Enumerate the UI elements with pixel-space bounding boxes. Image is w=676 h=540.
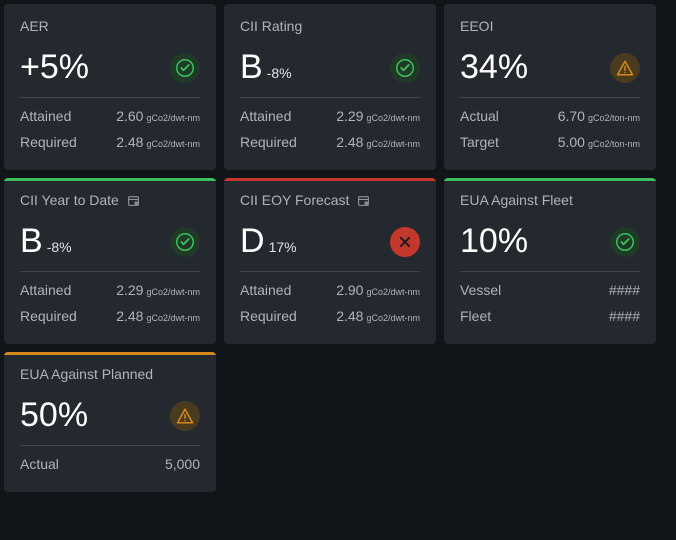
metric-unit: gCo2/dwt-nm (366, 113, 420, 123)
metric-unit: gCo2/dwt-nm (366, 287, 420, 297)
check-icon (390, 53, 420, 83)
warning-icon (170, 401, 200, 431)
check-icon (610, 227, 640, 257)
kpi-grid: AER +5% Attained2.60gCo2/dwt-nm Required… (0, 0, 676, 540)
metric-unit: gCo2/dwt-nm (366, 313, 420, 323)
metric-label: Required (20, 134, 77, 150)
calendar-icon (357, 194, 370, 207)
status-bar (444, 178, 656, 181)
card-title: AER (20, 18, 49, 34)
check-icon (170, 227, 200, 257)
metric-unit: gCo2/ton-nm (588, 113, 640, 123)
sub-value: -8% (267, 65, 292, 81)
main-value: 34% (460, 48, 528, 87)
metric-value: 2.48 (116, 134, 143, 150)
card-title: EEOI (460, 18, 493, 34)
metric-label: Required (20, 308, 77, 324)
metric-label: Attained (20, 108, 71, 124)
main-value: 50% (20, 396, 88, 435)
metric-value: 5.00 (558, 134, 585, 150)
card-eua-against-planned[interactable]: EUA Against Planned 50% Actual 5,000 (4, 352, 216, 492)
metric-label: Vessel (460, 282, 501, 298)
metric-label: Actual (20, 456, 59, 472)
metric-label: Required (240, 308, 297, 324)
metric-unit: gCo2/dwt-nm (146, 313, 200, 323)
status-bar (4, 178, 216, 181)
card-aer[interactable]: AER +5% Attained2.60gCo2/dwt-nm Required… (4, 4, 216, 170)
card-title: CII Year to Date (20, 192, 119, 208)
metric-label: Attained (240, 108, 291, 124)
main-value: B (240, 48, 263, 87)
metric-value: 2.90 (336, 282, 363, 298)
metric-value: 2.60 (116, 108, 143, 124)
card-cii-ytd[interactable]: CII Year to Date B-8% Attained2.29gCo2/d… (4, 178, 216, 344)
metric-unit: gCo2/dwt-nm (146, 287, 200, 297)
metric-label: Target (460, 134, 499, 150)
metric-label: Actual (460, 108, 499, 124)
sub-value: 17% (269, 239, 297, 255)
metric-value: 2.48 (336, 308, 363, 324)
card-title: CII Rating (240, 18, 302, 34)
metric-value: 6.70 (558, 108, 585, 124)
metric-value: 2.29 (116, 282, 143, 298)
metric-unit: gCo2/dwt-nm (366, 139, 420, 149)
main-value: D (240, 222, 265, 261)
calendar-icon (127, 194, 140, 207)
metric-unit: gCo2/dwt-nm (146, 139, 200, 149)
status-bar (4, 352, 216, 355)
main-value: B (20, 222, 43, 261)
metric-value: #### (609, 282, 640, 298)
status-bar (224, 178, 436, 181)
metric-value: 5,000 (165, 456, 200, 472)
sub-value: -8% (47, 239, 72, 255)
metric-label: Attained (240, 282, 291, 298)
metric-label: Required (240, 134, 297, 150)
warning-icon (610, 53, 640, 83)
card-title: EUA Against Fleet (460, 192, 573, 208)
check-icon (170, 53, 200, 83)
card-title: EUA Against Planned (20, 366, 153, 382)
metric-unit: gCo2/dwt-nm (146, 113, 200, 123)
metric-label: Attained (20, 282, 71, 298)
metric-value: 2.48 (116, 308, 143, 324)
main-value: +5% (20, 48, 89, 87)
metric-value: 2.29 (336, 108, 363, 124)
error-icon (390, 227, 420, 257)
card-cii-rating[interactable]: CII Rating B-8% Attained2.29gCo2/dwt-nm … (224, 4, 436, 170)
card-eeoi[interactable]: EEOI 34% Actual6.70gCo2/ton-nm Target5.0… (444, 4, 656, 170)
main-value: 10% (460, 222, 528, 261)
metric-value: #### (609, 308, 640, 324)
card-eua-against-fleet[interactable]: EUA Against Fleet 10% Vessel #### Fleet ##… (444, 178, 656, 344)
metric-label: Fleet (460, 308, 491, 324)
metric-value: 2.48 (336, 134, 363, 150)
card-cii-eoy-forecast[interactable]: CII EOY Forecast D17% Attained2.90gCo2/d… (224, 178, 436, 344)
metric-unit: gCo2/ton-nm (588, 139, 640, 149)
card-title: CII EOY Forecast (240, 192, 349, 208)
